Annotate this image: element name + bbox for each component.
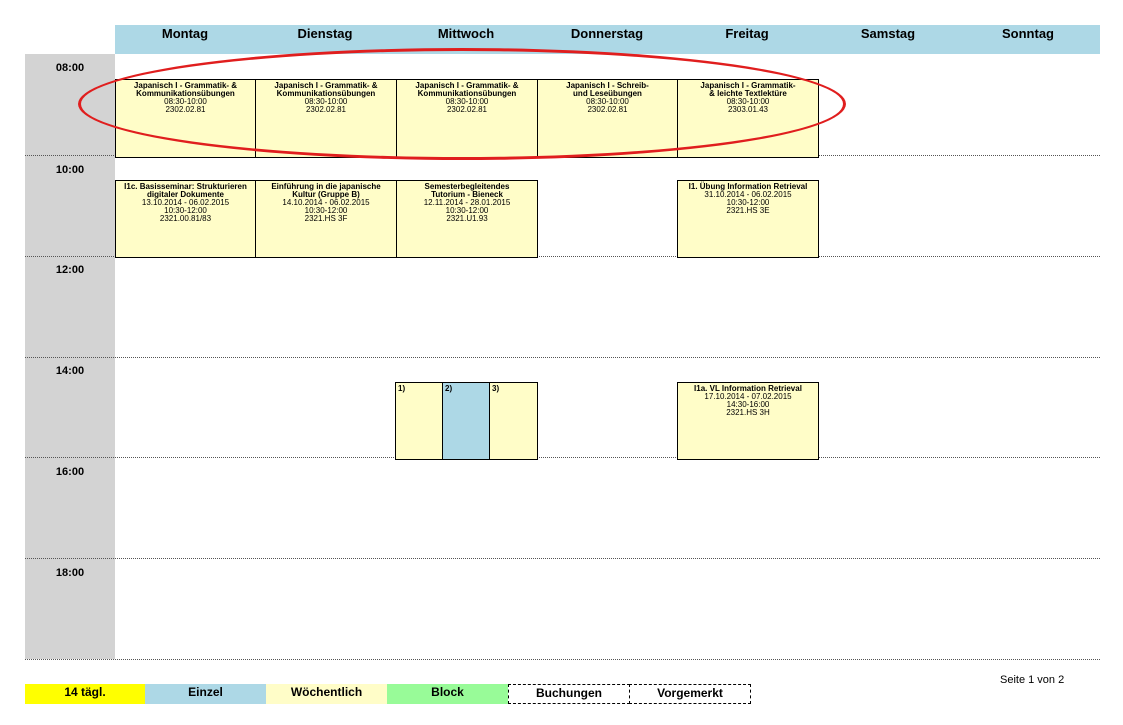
weekday-header: Montag Dienstag Mittwoch Donnerstag Frei… [115, 25, 1100, 54]
grid-line [25, 457, 1100, 458]
day-header-tuesday: Dienstag [297, 26, 353, 41]
legend-vorgemerkt: Vorgemerkt [629, 684, 751, 704]
event-subblock-2[interactable]: 2) [442, 382, 490, 460]
day-header-saturday: Samstag [860, 26, 916, 41]
hour-label: 14:00 [55, 365, 85, 377]
event-block-friday-japanese-grammar[interactable]: Japanisch I - Grammatik- & leichte Textl… [677, 79, 819, 158]
hour-label: 16:00 [55, 466, 85, 478]
event-block-friday-ir-uebung[interactable]: I1. Übung Information Retrieval 31.10.20… [677, 180, 819, 258]
legend-einzel: Einzel [145, 684, 266, 704]
event-block-monday-japanese-grammar[interactable]: Japanisch I - Grammatik- & Kommunikation… [115, 79, 256, 158]
grid-line [25, 659, 1100, 660]
event-room: 2321.HS 3H [726, 408, 770, 417]
legend-block: Block [387, 684, 508, 704]
event-block-thursday-japanese-writing[interactable]: Japanisch I - Schreib- und Leseübungen 0… [537, 79, 678, 158]
hour-label: 10:00 [55, 164, 85, 176]
legend-14-taegl: 14 tägl. [25, 684, 145, 704]
event-room: 2302.02.81 [587, 105, 628, 114]
event-room: 2321.00.81/83 [159, 214, 212, 223]
event-subblock-3[interactable]: 3) [489, 382, 538, 460]
event-block-wednesday-japanese-grammar[interactable]: Japanisch I - Grammatik- & Kommunikation… [396, 79, 538, 158]
grid-line [25, 357, 1100, 358]
event-block-friday-ir-vorlesung[interactable]: I1a. VL Information Retrieval 17.10.2014… [677, 382, 819, 460]
day-header-sunday: Sonntag [1002, 26, 1054, 41]
day-header-monday: Montag [161, 26, 209, 41]
event-block-monday-basisseminar[interactable]: I1c. Basisseminar: Strukturieren digital… [115, 180, 256, 258]
page-indicator: Seite 1 von 2 [1000, 674, 1065, 686]
hour-label: 12:00 [55, 264, 85, 276]
event-room: 2303.01.43 [727, 105, 769, 114]
day-header-thursday: Donnerstag [570, 26, 644, 41]
day-header-friday: Freitag [725, 26, 769, 41]
event-room: 2302.02.81 [446, 105, 488, 114]
legend-buchungen: Buchungen [508, 684, 630, 704]
event-room: 2302.02.81 [305, 105, 347, 114]
event-room: 2321.U1.93 [446, 214, 488, 223]
event-room: 2302.02.81 [165, 105, 206, 114]
hour-label: 18:00 [55, 567, 85, 579]
event-block-tuesday-japanese-culture[interactable]: Einführung in die japanische Kultur (Gru… [255, 180, 397, 258]
event-room: 2321.HS 3F [304, 214, 348, 223]
event-block-tuesday-japanese-grammar[interactable]: Japanisch I - Grammatik- & Kommunikation… [255, 79, 397, 158]
day-header-wednesday: Mittwoch [437, 26, 495, 41]
event-block-wednesday-tutorium[interactable]: Semesterbegleitendes Tutorium - Bieneck … [396, 180, 538, 258]
event-room: 2321.HS 3E [726, 206, 770, 215]
hour-label: 08:00 [55, 62, 85, 74]
legend-woechentlich: Wöchentlich [266, 684, 387, 704]
event-subblock-1[interactable]: 1) [395, 382, 443, 460]
grid-line [25, 558, 1100, 559]
